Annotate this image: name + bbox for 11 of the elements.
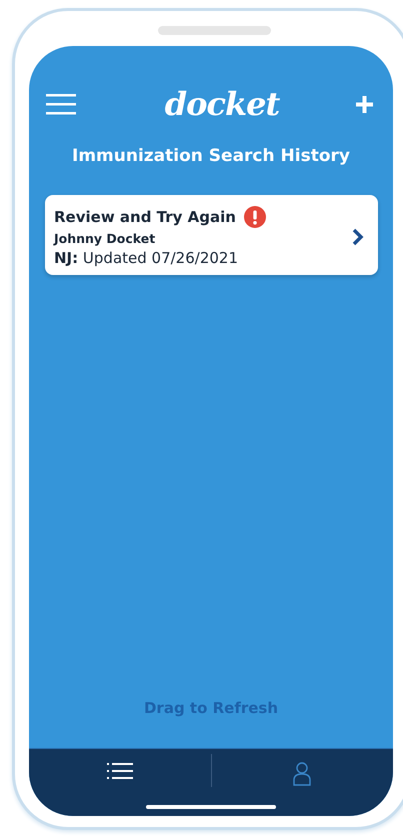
plus-icon bbox=[356, 96, 373, 112]
chevron-right-icon bbox=[352, 228, 364, 246]
page-title: Immunization Search History bbox=[72, 146, 350, 166]
menu-icon bbox=[46, 93, 76, 115]
record-card[interactable]: Review and Try Again Johnny Docket NJ: Updated 07/26/2021 bbox=[45, 195, 378, 275]
patient-name: Johnny Docket bbox=[54, 231, 156, 246]
record-status: Review and Try Again bbox=[54, 208, 236, 226]
add-button[interactable] bbox=[356, 96, 373, 112]
record-updated: NJ: Updated 07/26/2021 bbox=[54, 249, 239, 267]
app-logo: docket bbox=[164, 85, 280, 123]
menu-button[interactable] bbox=[46, 93, 76, 115]
